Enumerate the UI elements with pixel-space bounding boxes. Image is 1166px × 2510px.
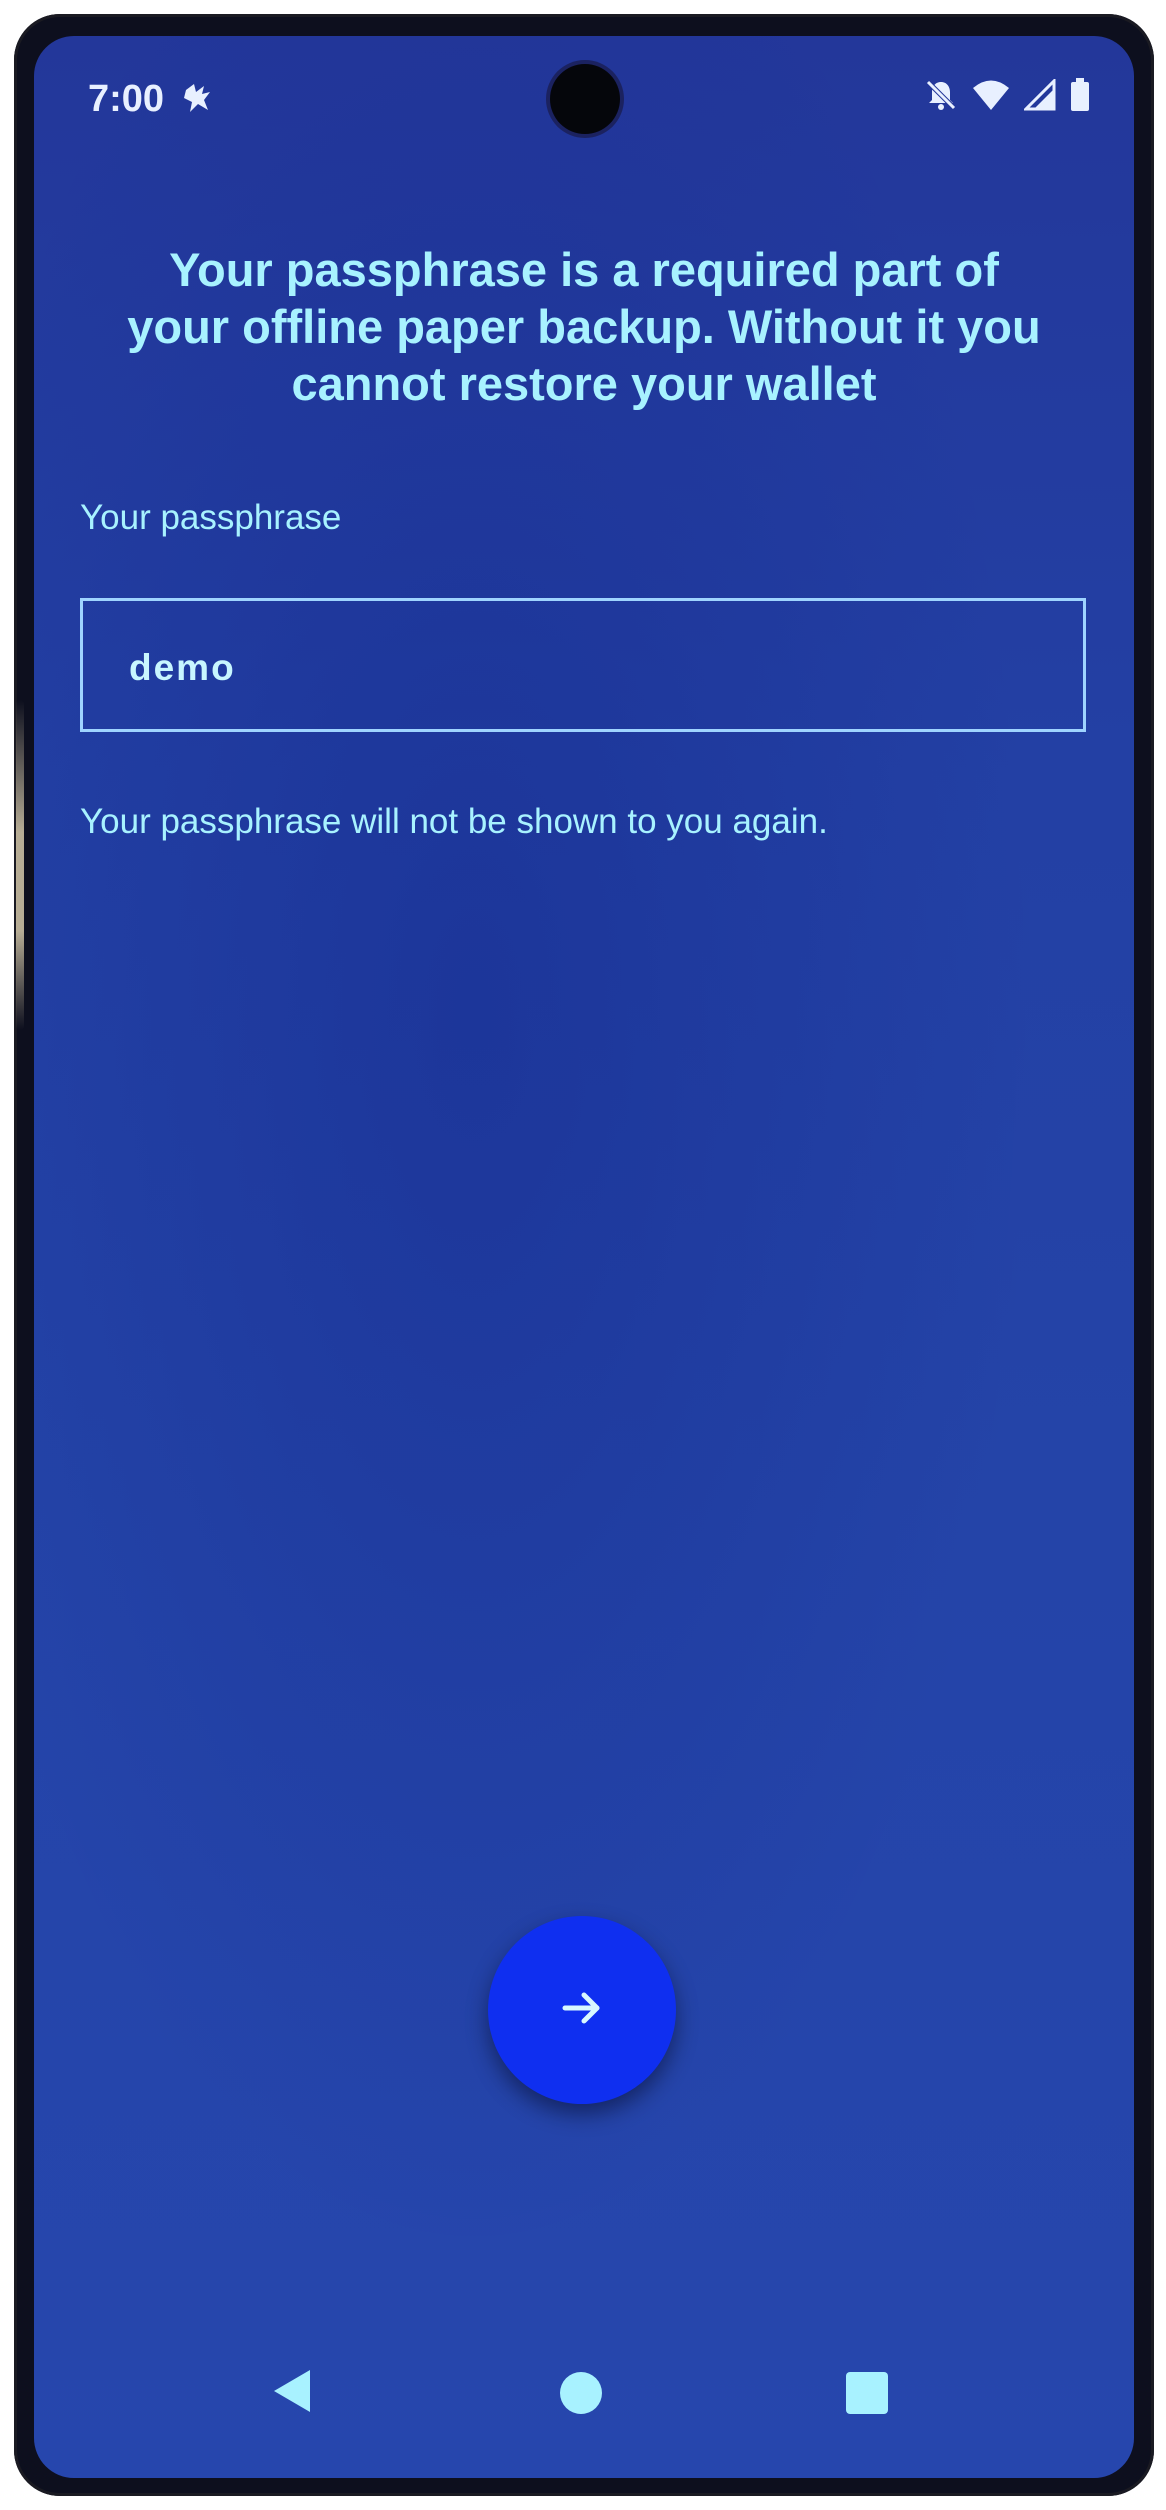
- screen: 7:00 Your passphrase is a required part …: [34, 36, 1134, 2478]
- bell-off-icon: [924, 78, 958, 112]
- arrow-right-icon: [557, 1983, 607, 2038]
- back-icon[interactable]: [270, 2366, 314, 2421]
- notification-app-icon: [180, 80, 216, 116]
- passphrase-label: Your passphrase: [80, 498, 342, 537]
- status-bar: 7:00: [34, 36, 1134, 166]
- navigation-bar: [34, 2328, 1134, 2478]
- next-button[interactable]: [488, 1916, 676, 2104]
- status-icons: [924, 78, 1090, 112]
- passphrase-value: demo: [129, 647, 236, 688]
- page-headline: Your passphrase is a required part of yo…: [127, 243, 1041, 410]
- battery-icon: [1070, 78, 1090, 112]
- passphrase-field[interactable]: demo: [80, 598, 1086, 732]
- wifi-icon: [972, 79, 1010, 111]
- recents-icon[interactable]: [846, 2372, 888, 2414]
- front-camera: [550, 64, 620, 134]
- signal-icon: [1024, 79, 1056, 111]
- phone-edge-glint: [16, 700, 24, 1030]
- phone-frame: 7:00 Your passphrase is a required part …: [0, 0, 1166, 2510]
- passphrase-helper-text: Your passphrase will not be shown to you…: [80, 802, 828, 841]
- home-icon[interactable]: [560, 2372, 602, 2414]
- status-time: 7:00: [88, 78, 165, 120]
